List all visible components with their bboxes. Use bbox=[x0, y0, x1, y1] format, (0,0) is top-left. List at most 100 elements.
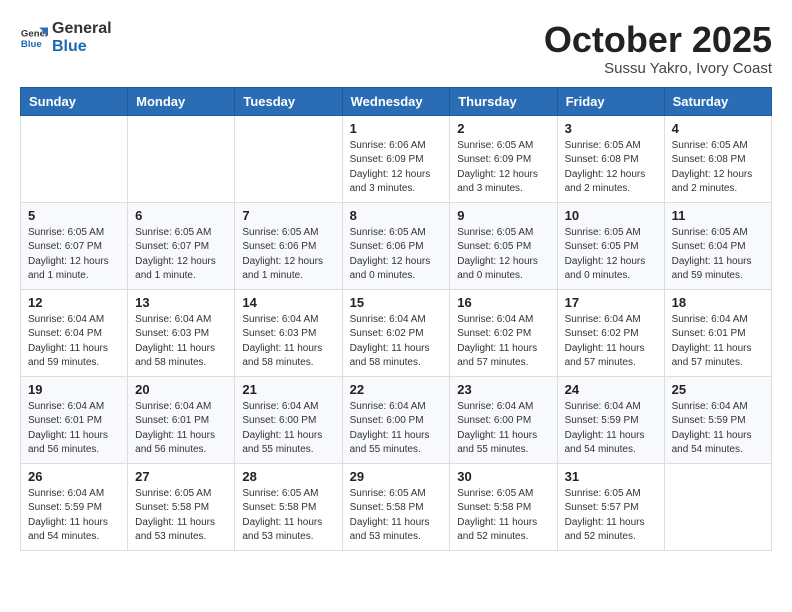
calendar-cell: 3Sunrise: 6:05 AM Sunset: 6:08 PM Daylig… bbox=[557, 115, 664, 202]
month-title: October 2025 bbox=[544, 20, 772, 60]
day-info: Sunrise: 6:05 AM Sunset: 6:05 PM Dayligh… bbox=[457, 226, 549, 284]
day-info: Sunrise: 6:06 AM Sunset: 6:09 PM Dayligh… bbox=[350, 139, 443, 197]
day-info: Sunrise: 6:05 AM Sunset: 5:58 PM Dayligh… bbox=[457, 487, 549, 545]
weekday-header: Monday bbox=[128, 87, 235, 115]
day-number: 8 bbox=[350, 208, 443, 223]
weekday-header: Wednesday bbox=[342, 87, 450, 115]
calendar-cell: 22 Sunrise: 6:04 AM Sunset: 6:00 PM Dayli… bbox=[342, 376, 450, 463]
day-info: Sunrise: 6:04 AM Sunset: 6:01 PM Dayligh… bbox=[28, 400, 120, 458]
title-area: October 2025 Sussu Yakro, Ivory Coast bbox=[544, 20, 772, 77]
calendar-cell: 31 Sunrise: 6:05 AM Sunset: 5:57 PM Dayli… bbox=[557, 463, 664, 550]
day-number: 7 bbox=[242, 208, 334, 223]
logo-text-line2: Blue bbox=[52, 38, 112, 56]
calendar-cell: 29 Sunrise: 6:05 AM Sunset: 5:58 PM Dayli… bbox=[342, 463, 450, 550]
calendar-week-row: 26 Sunrise: 6:04 AM Sunset: 5:59 PM Dayli… bbox=[21, 463, 772, 550]
day-number: 14 bbox=[242, 295, 334, 310]
day-info: Sunrise: 6:04 AM Sunset: 6:00 PM Dayligh… bbox=[242, 400, 334, 458]
calendar-cell: 10 Sunrise: 6:05 AM Sunset: 6:05 PM Dayli… bbox=[557, 202, 664, 289]
day-number: 3 bbox=[565, 121, 657, 136]
calendar-cell: 11Sunrise: 6:05 AM Sunset: 6:04 PM Dayli… bbox=[664, 202, 771, 289]
calendar-week-row: 12 Sunrise: 6:04 AM Sunset: 6:04 PM Dayli… bbox=[21, 289, 772, 376]
day-info: Sunrise: 6:05 AM Sunset: 6:05 PM Dayligh… bbox=[565, 226, 657, 284]
day-info: Sunrise: 6:04 AM Sunset: 6:03 PM Dayligh… bbox=[242, 313, 334, 371]
day-info: Sunrise: 6:04 AM Sunset: 6:00 PM Dayligh… bbox=[457, 400, 549, 458]
calendar-cell bbox=[235, 115, 342, 202]
day-info: Sunrise: 6:05 AM Sunset: 6:08 PM Dayligh… bbox=[672, 139, 764, 197]
day-number: 2 bbox=[457, 121, 549, 136]
day-info: Sunrise: 6:05 AM Sunset: 6:06 PM Dayligh… bbox=[242, 226, 334, 284]
calendar-cell: 8Sunrise: 6:05 AM Sunset: 6:06 PM Daylig… bbox=[342, 202, 450, 289]
day-number: 29 bbox=[350, 469, 443, 484]
day-number: 12 bbox=[28, 295, 120, 310]
calendar-cell: 19 Sunrise: 6:04 AM Sunset: 6:01 PM Dayli… bbox=[21, 376, 128, 463]
weekday-header: Sunday bbox=[21, 87, 128, 115]
day-info: Sunrise: 6:05 AM Sunset: 6:07 PM Dayligh… bbox=[135, 226, 227, 284]
day-number: 16 bbox=[457, 295, 549, 310]
day-number: 6 bbox=[135, 208, 227, 223]
location-subtitle: Sussu Yakro, Ivory Coast bbox=[544, 60, 772, 77]
calendar-cell: 20Sunrise: 6:04 AM Sunset: 6:01 PM Dayli… bbox=[128, 376, 235, 463]
calendar-cell: 23 Sunrise: 6:04 AM Sunset: 6:00 PM Dayli… bbox=[450, 376, 557, 463]
day-number: 15 bbox=[350, 295, 443, 310]
calendar-cell: 17Sunrise: 6:04 AM Sunset: 6:02 PM Dayli… bbox=[557, 289, 664, 376]
day-number: 17 bbox=[565, 295, 657, 310]
calendar-cell: 2Sunrise: 6:05 AM Sunset: 6:09 PM Daylig… bbox=[450, 115, 557, 202]
day-info: Sunrise: 6:04 AM Sunset: 6:02 PM Dayligh… bbox=[457, 313, 549, 371]
day-info: Sunrise: 6:05 AM Sunset: 6:04 PM Dayligh… bbox=[672, 226, 764, 284]
weekday-header: Tuesday bbox=[235, 87, 342, 115]
weekday-header: Friday bbox=[557, 87, 664, 115]
day-number: 24 bbox=[565, 382, 657, 397]
day-info: Sunrise: 6:04 AM Sunset: 6:01 PM Dayligh… bbox=[135, 400, 227, 458]
svg-text:Blue: Blue bbox=[21, 39, 42, 50]
day-info: Sunrise: 6:05 AM Sunset: 5:58 PM Dayligh… bbox=[135, 487, 227, 545]
calendar-cell: 25Sunrise: 6:04 AM Sunset: 5:59 PM Dayli… bbox=[664, 376, 771, 463]
calendar-cell: 18 Sunrise: 6:04 AM Sunset: 6:01 PM Dayli… bbox=[664, 289, 771, 376]
day-number: 10 bbox=[565, 208, 657, 223]
day-number: 23 bbox=[457, 382, 549, 397]
calendar-cell: 16 Sunrise: 6:04 AM Sunset: 6:02 PM Dayli… bbox=[450, 289, 557, 376]
calendar-cell bbox=[128, 115, 235, 202]
calendar-week-row: 1 Sunrise: 6:06 AM Sunset: 6:09 PM Daylig… bbox=[21, 115, 772, 202]
day-number: 19 bbox=[28, 382, 120, 397]
calendar-cell: 27Sunrise: 6:05 AM Sunset: 5:58 PM Dayli… bbox=[128, 463, 235, 550]
calendar-cell: 4 Sunrise: 6:05 AM Sunset: 6:08 PM Daylig… bbox=[664, 115, 771, 202]
calendar-cell: 6 Sunrise: 6:05 AM Sunset: 6:07 PM Daylig… bbox=[128, 202, 235, 289]
day-number: 9 bbox=[457, 208, 549, 223]
day-info: Sunrise: 6:04 AM Sunset: 5:59 PM Dayligh… bbox=[28, 487, 120, 545]
calendar-cell: 21 Sunrise: 6:04 AM Sunset: 6:00 PM Dayli… bbox=[235, 376, 342, 463]
day-number: 13 bbox=[135, 295, 227, 310]
calendar-header-row: SundayMondayTuesdayWednesdayThursdayFrid… bbox=[21, 87, 772, 115]
day-info: Sunrise: 6:04 AM Sunset: 6:04 PM Dayligh… bbox=[28, 313, 120, 371]
calendar-table: SundayMondayTuesdayWednesdayThursdayFrid… bbox=[20, 87, 772, 551]
calendar-cell: 5Sunrise: 6:05 AM Sunset: 6:07 PM Daylig… bbox=[21, 202, 128, 289]
day-number: 1 bbox=[350, 121, 443, 136]
logo-text-line1: General bbox=[52, 20, 112, 38]
calendar-cell: 30Sunrise: 6:05 AM Sunset: 5:58 PM Dayli… bbox=[450, 463, 557, 550]
day-number: 22 bbox=[350, 382, 443, 397]
day-number: 31 bbox=[565, 469, 657, 484]
logo: General Blue General Blue bbox=[20, 20, 112, 57]
day-info: Sunrise: 6:04 AM Sunset: 6:03 PM Dayligh… bbox=[135, 313, 227, 371]
day-info: Sunrise: 6:05 AM Sunset: 6:07 PM Dayligh… bbox=[28, 226, 120, 284]
calendar-cell bbox=[664, 463, 771, 550]
calendar-week-row: 5Sunrise: 6:05 AM Sunset: 6:07 PM Daylig… bbox=[21, 202, 772, 289]
day-info: Sunrise: 6:04 AM Sunset: 5:59 PM Dayligh… bbox=[672, 400, 764, 458]
day-info: Sunrise: 6:04 AM Sunset: 6:01 PM Dayligh… bbox=[672, 313, 764, 371]
day-number: 26 bbox=[28, 469, 120, 484]
day-info: Sunrise: 6:05 AM Sunset: 5:57 PM Dayligh… bbox=[565, 487, 657, 545]
day-info: Sunrise: 6:04 AM Sunset: 6:02 PM Dayligh… bbox=[350, 313, 443, 371]
day-info: Sunrise: 6:04 AM Sunset: 6:00 PM Dayligh… bbox=[350, 400, 443, 458]
day-number: 28 bbox=[242, 469, 334, 484]
day-number: 21 bbox=[242, 382, 334, 397]
day-info: Sunrise: 6:05 AM Sunset: 5:58 PM Dayligh… bbox=[350, 487, 443, 545]
logo-icon: General Blue bbox=[20, 24, 48, 52]
calendar-cell: 9 Sunrise: 6:05 AM Sunset: 6:05 PM Daylig… bbox=[450, 202, 557, 289]
header: General Blue General Blue October 2025 S… bbox=[20, 20, 772, 77]
day-number: 18 bbox=[672, 295, 764, 310]
calendar-cell: 15 Sunrise: 6:04 AM Sunset: 6:02 PM Dayli… bbox=[342, 289, 450, 376]
weekday-header: Thursday bbox=[450, 87, 557, 115]
day-number: 4 bbox=[672, 121, 764, 136]
calendar-cell: 12 Sunrise: 6:04 AM Sunset: 6:04 PM Dayli… bbox=[21, 289, 128, 376]
calendar-cell: 24Sunrise: 6:04 AM Sunset: 5:59 PM Dayli… bbox=[557, 376, 664, 463]
calendar-cell: 13 Sunrise: 6:04 AM Sunset: 6:03 PM Dayli… bbox=[128, 289, 235, 376]
